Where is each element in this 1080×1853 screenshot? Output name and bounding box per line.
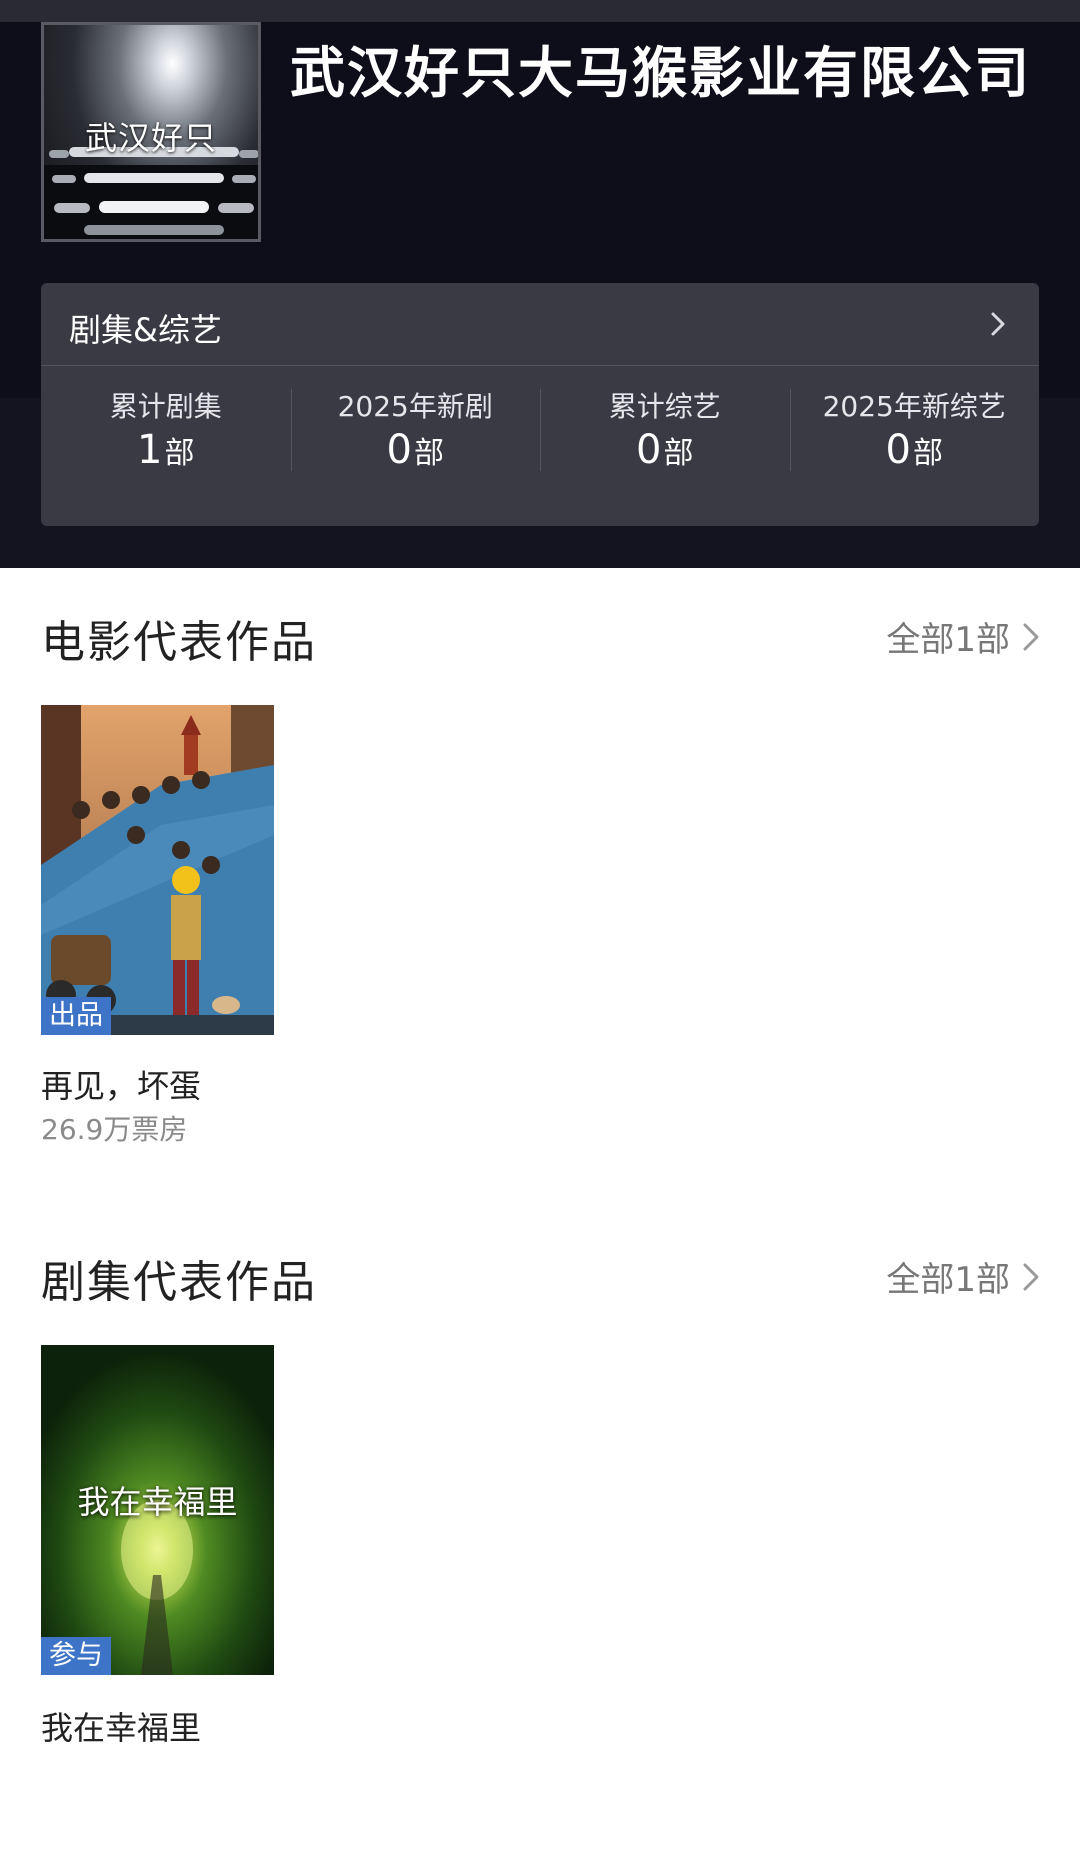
chevron-right-icon bbox=[991, 312, 1005, 336]
stat-label: 2025年新综艺 bbox=[822, 390, 1006, 423]
movie-poster-icon bbox=[41, 705, 274, 1035]
stat-number: 0 bbox=[885, 427, 911, 473]
logo-text: 武汉好只 bbox=[84, 119, 217, 157]
chevron-right-icon bbox=[1023, 623, 1039, 650]
movie-box-office: 26.9万票房 bbox=[41, 1113, 188, 1146]
stat-new-series-2025: 2025年新剧 0部 bbox=[290, 367, 541, 526]
stat-new-variety-2025: 2025年新综艺 0部 bbox=[789, 367, 1040, 526]
series-variety-link[interactable]: 剧集&综艺 bbox=[41, 283, 1039, 366]
series-view-all-link[interactable]: 全部1部 bbox=[886, 1252, 1042, 1301]
stat-value: 0部 bbox=[790, 427, 1040, 473]
stat-value: 0部 bbox=[540, 427, 790, 473]
stat-label: 累计综艺 bbox=[608, 390, 721, 423]
stat-number: 0 bbox=[386, 427, 412, 473]
company-header: 武汉好只 武汉好只大马猴影业有限公司 剧集&综艺 累计剧集 1部 2025年新剧… bbox=[0, 0, 1080, 568]
stat-unit: 部 bbox=[413, 436, 444, 471]
series-section-title: 剧集代表作品 bbox=[41, 1257, 317, 1308]
movie-poster[interactable]: 出品 bbox=[41, 705, 274, 1035]
series-title[interactable]: 我在幸福里 bbox=[41, 1703, 201, 1749]
stat-value: 0部 bbox=[291, 427, 541, 473]
company-logo: 武汉好只 bbox=[41, 22, 261, 242]
stat-label: 2025年新剧 bbox=[337, 390, 493, 423]
movies-view-all-label: 全部1部 bbox=[886, 620, 1010, 660]
series-view-all-label: 全部1部 bbox=[886, 1260, 1010, 1300]
stat-number: 0 bbox=[636, 427, 662, 473]
stat-unit: 部 bbox=[912, 436, 943, 471]
stat-label: 累计剧集 bbox=[109, 390, 222, 423]
series-poster-title: 我在幸福里 bbox=[77, 1483, 238, 1521]
stat-value: 1部 bbox=[41, 427, 291, 473]
top-strip bbox=[0, 0, 1080, 22]
stat-number: 1 bbox=[137, 427, 163, 473]
series-poster[interactable]: 我在幸福里 参与 bbox=[41, 1345, 274, 1675]
stat-total-variety: 累计综艺 0部 bbox=[540, 367, 790, 526]
stats-row: 累计剧集 1部 2025年新剧 0部 累计综艺 0部 2025年新综艺 0部 bbox=[41, 367, 1039, 526]
stats-card-title: 剧集&综艺 bbox=[69, 311, 222, 349]
stat-total-series: 累计剧集 1部 bbox=[41, 367, 291, 526]
movie-title[interactable]: 再见，坏蛋 bbox=[41, 1061, 201, 1107]
stat-unit: 部 bbox=[663, 436, 694, 471]
participated-badge: 参与 bbox=[41, 1637, 111, 1675]
company-name: 武汉好只大马猴影业有限公司 bbox=[290, 41, 1032, 105]
stats-card: 剧集&综艺 累计剧集 1部 2025年新剧 0部 累计综艺 0部 2025年新综… bbox=[41, 283, 1039, 526]
chevron-right-icon bbox=[1023, 1263, 1039, 1290]
movies-section-title: 电影代表作品 bbox=[41, 617, 317, 668]
produced-badge: 出品 bbox=[41, 997, 111, 1035]
stat-unit: 部 bbox=[164, 436, 195, 471]
movies-view-all-link[interactable]: 全部1部 bbox=[886, 612, 1042, 661]
